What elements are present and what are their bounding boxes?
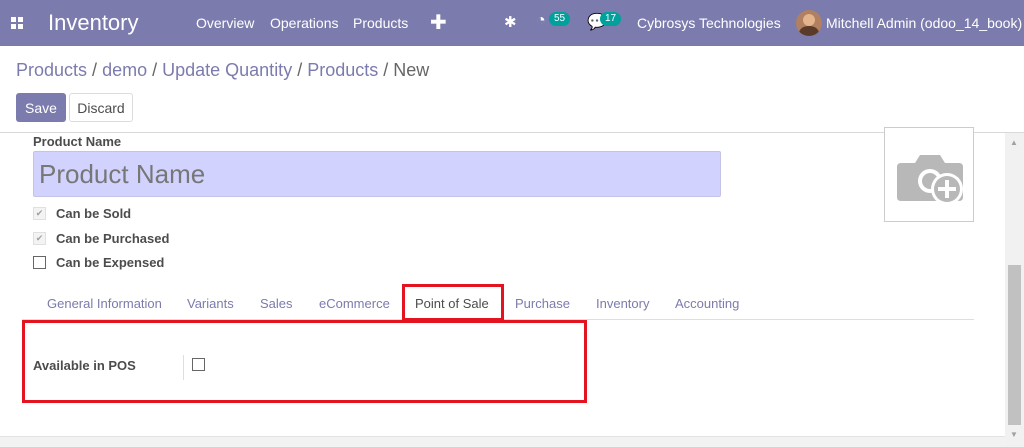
- tab-sales[interactable]: Sales: [260, 296, 293, 311]
- user-menu[interactable]: Mitchell Admin (odoo_14_book): [826, 15, 1022, 31]
- activity-icon[interactable]: ◔: [536, 12, 546, 30]
- can-be-sold-checkbox[interactable]: ✔: [33, 207, 46, 220]
- can-be-sold-row: ✔ Can be Sold: [33, 206, 131, 221]
- can-be-purchased-label: Can be Purchased: [56, 231, 170, 246]
- tab-purchase[interactable]: Purchase: [515, 296, 570, 311]
- top-navbar: Inventory Overview Operations Products ✚…: [0, 0, 1024, 46]
- scrollbar-thumb[interactable]: [1008, 265, 1021, 425]
- tab-ecommerce[interactable]: eCommerce: [319, 296, 390, 311]
- breadcrumb-item[interactable]: Update Quantity: [162, 60, 292, 80]
- tab-general-information[interactable]: General Information: [47, 296, 162, 311]
- tab-highlight-box: [402, 284, 504, 321]
- can-be-expensed-row: Can be Expensed: [33, 255, 164, 270]
- avatar[interactable]: [796, 10, 822, 36]
- plus-icon[interactable]: ✚: [430, 10, 447, 35]
- content-highlight-box: [22, 320, 587, 403]
- breadcrumb-current: New: [393, 60, 430, 80]
- can-be-purchased-checkbox[interactable]: ✔: [33, 232, 46, 245]
- apps-grid-icon[interactable]: [11, 17, 23, 29]
- product-name-input[interactable]: [33, 151, 721, 197]
- menu-operations[interactable]: Operations: [270, 15, 338, 31]
- message-badge: 17: [600, 12, 622, 26]
- breadcrumb-item[interactable]: Products: [307, 60, 378, 80]
- camera-add-icon: [897, 155, 963, 203]
- can-be-expensed-checkbox[interactable]: [33, 256, 46, 269]
- product-image-field[interactable]: [884, 127, 974, 222]
- tab-accounting[interactable]: Accounting: [675, 296, 739, 311]
- discard-button[interactable]: Discard: [69, 93, 133, 122]
- can-be-purchased-row: ✔ Can be Purchased: [33, 231, 169, 246]
- breadcrumb-item[interactable]: Products: [16, 60, 87, 80]
- sheet-bottom-edge: [0, 436, 1005, 447]
- app-title[interactable]: Inventory: [48, 10, 139, 36]
- save-button[interactable]: Save: [16, 93, 66, 122]
- breadcrumb-item[interactable]: demo: [102, 60, 147, 80]
- tab-inventory[interactable]: Inventory: [596, 296, 649, 311]
- scroll-up-icon[interactable]: ▲: [1010, 138, 1018, 147]
- scroll-down-icon[interactable]: ▼: [1010, 430, 1018, 439]
- product-name-label: Product Name: [33, 134, 122, 149]
- breadcrumb: Products / demo / Update Quantity / Products / N…: [16, 60, 430, 80]
- company-switcher[interactable]: Cybrosys Technologies: [637, 15, 781, 31]
- can-be-expensed-label: Can be Expensed: [56, 255, 165, 270]
- can-be-sold-label: Can be Sold: [56, 206, 132, 221]
- activity-badge: 55: [549, 12, 571, 26]
- tab-variants[interactable]: Variants: [187, 296, 234, 311]
- menu-products[interactable]: Products: [353, 15, 408, 31]
- menu-overview[interactable]: Overview: [196, 15, 254, 31]
- bug-icon[interactable]: ✱: [504, 13, 517, 31]
